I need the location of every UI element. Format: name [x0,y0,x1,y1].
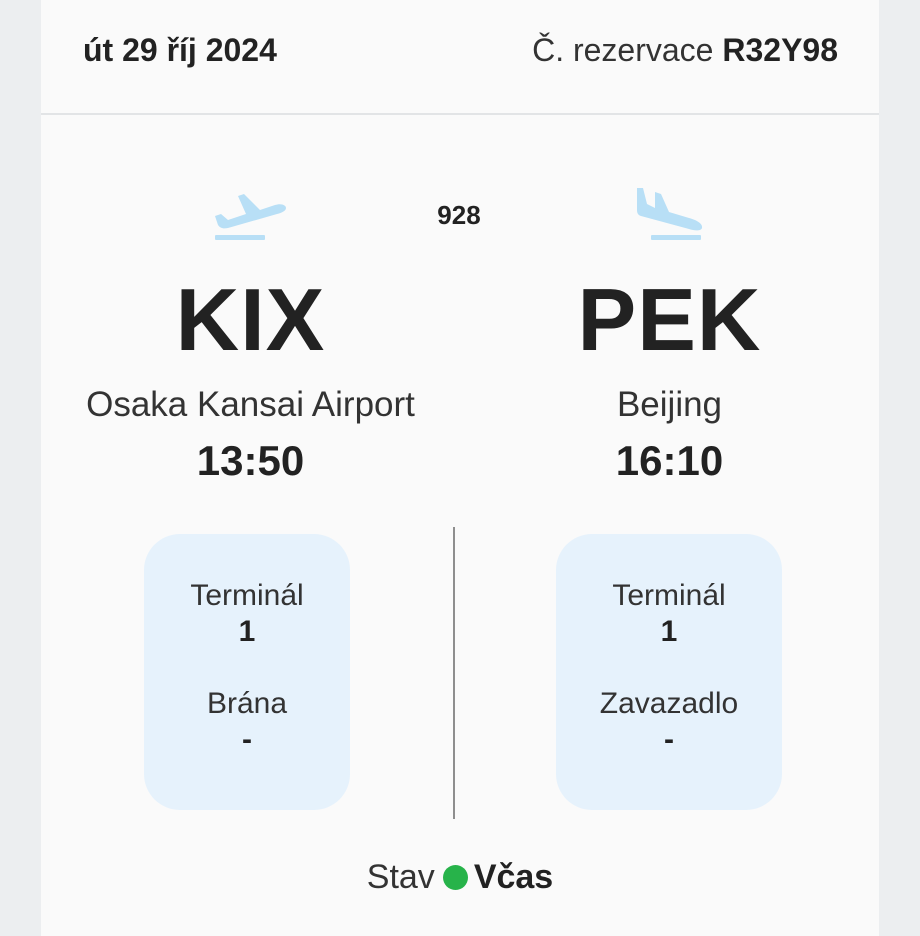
departure-info-box: Terminál 1 Brána - [144,534,350,810]
arrival-baggage-label: Zavazadlo [599,687,739,720]
status-value: Včas [473,858,554,896]
arrival-time: 16:10 [615,437,724,484]
departure-time: 13:50 [196,437,305,484]
departure-city: Osaka Kansai Airport [86,385,415,424]
flight-status: Stav Včas [41,858,879,897]
booking-label: Č. rezervace [532,32,714,68]
flight-number: 928 [437,200,481,230]
departure-iata: KIX [175,270,326,369]
arrival-info-box: Terminál 1 Zavazadlo - [556,534,782,810]
flight-date: út 29 říj 2024 [83,32,277,68]
departure-gate-value: - [242,723,252,756]
arrival-column: PEK Beijing 16:10 [460,270,879,486]
plane-landing-icon [637,188,703,240]
status-label: Stav [366,858,435,896]
arrival-city: Beijing [616,385,723,424]
arrival-iata: PEK [577,270,762,369]
departure-gate-label: Brána [206,687,288,720]
card-header: út 29 říj 2024 Č. rezervace R32Y98 [41,0,879,115]
departure-terminal-label: Terminál [190,579,304,612]
departure-terminal-value: 1 [238,615,256,648]
arrival-baggage-value: - [664,723,674,756]
booking-code: R32Y98 [722,32,838,68]
booking-reference: Č. rezervace R32Y98 [532,32,838,69]
departure-column: KIX Osaka Kansai Airport 13:50 [41,270,460,486]
column-divider [453,527,455,819]
arrival-terminal-label: Terminál [612,579,726,612]
plane-takeoff-icon [215,194,286,240]
flight-card: út 29 říj 2024 Č. rezervace R32Y98 928 K… [41,0,879,936]
status-dot-icon [442,865,468,890]
arrival-terminal-value: 1 [660,615,678,648]
